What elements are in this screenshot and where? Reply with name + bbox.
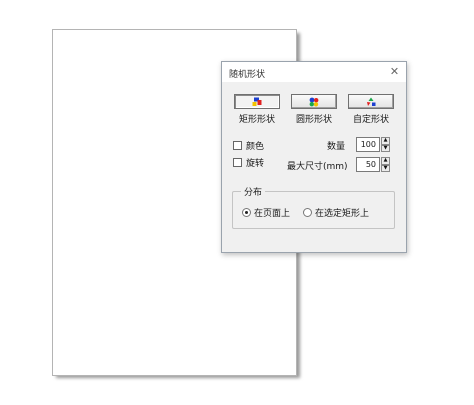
max-size-up-icon[interactable]: ▲ <box>381 157 390 165</box>
color-checkbox[interactable] <box>233 141 242 150</box>
quantity-label: 数量 <box>327 142 346 152</box>
rectangle-shape-button[interactable] <box>234 94 280 109</box>
rotate-checkbox-label: 旋转 <box>246 159 265 169</box>
custom-shape-label: 自定形状 <box>352 115 389 125</box>
rotate-checkbox[interactable] <box>233 158 242 167</box>
on-page-radio[interactable] <box>242 208 251 217</box>
circles-icon <box>309 97 319 106</box>
random-shapes-dialog: 随机形状 ✕ 矩形形状 圆形形状 自定形状 颜色 旋转 数量 100 ▲ ▼ 最… <box>221 61 407 253</box>
quantity-stepper: 100 ▲ ▼ <box>356 137 390 152</box>
quantity-input[interactable]: 100 <box>356 137 380 152</box>
quantity-up-icon[interactable]: ▲ <box>381 137 390 145</box>
quantity-down-icon[interactable]: ▼ <box>381 144 390 152</box>
max-size-spin-buttons: ▲ ▼ <box>381 157 390 172</box>
circle-shape-label: 圆形形状 <box>295 115 332 125</box>
custom-shape-button[interactable] <box>348 94 394 109</box>
custom-shapes-icon <box>367 97 376 106</box>
close-icon[interactable]: ✕ <box>388 65 401 78</box>
rectangles-icon <box>252 97 262 106</box>
distribution-groupbox: 分布 在页面上 在选定矩形上 <box>232 185 395 229</box>
color-checkbox-row[interactable]: 颜色 <box>233 139 264 152</box>
color-checkbox-label: 颜色 <box>246 142 265 152</box>
on-selected-rect-label: 在选定矩形上 <box>315 209 370 219</box>
max-size-label: 最大尺寸(mm) <box>287 162 348 172</box>
dialog-titlebar[interactable]: 随机形状 ✕ <box>222 62 406 82</box>
max-size-down-icon[interactable]: ▼ <box>381 164 390 172</box>
dialog-title: 随机形状 <box>229 70 266 80</box>
rectangle-shape-label: 矩形形状 <box>238 115 275 125</box>
circle-shape-button[interactable] <box>291 94 337 109</box>
on-page-radio-row[interactable]: 在页面上 <box>242 206 290 219</box>
distribution-title: 分布 <box>241 185 266 198</box>
on-page-label: 在页面上 <box>254 209 291 219</box>
rotate-checkbox-row[interactable]: 旋转 <box>233 156 264 169</box>
max-size-input[interactable]: 50 <box>356 157 380 172</box>
on-selected-rect-radio-row[interactable]: 在选定矩形上 <box>303 206 369 219</box>
on-selected-rect-radio[interactable] <box>303 208 312 217</box>
max-size-stepper: 50 ▲ ▼ <box>356 157 390 172</box>
quantity-spin-buttons: ▲ ▼ <box>381 137 390 152</box>
